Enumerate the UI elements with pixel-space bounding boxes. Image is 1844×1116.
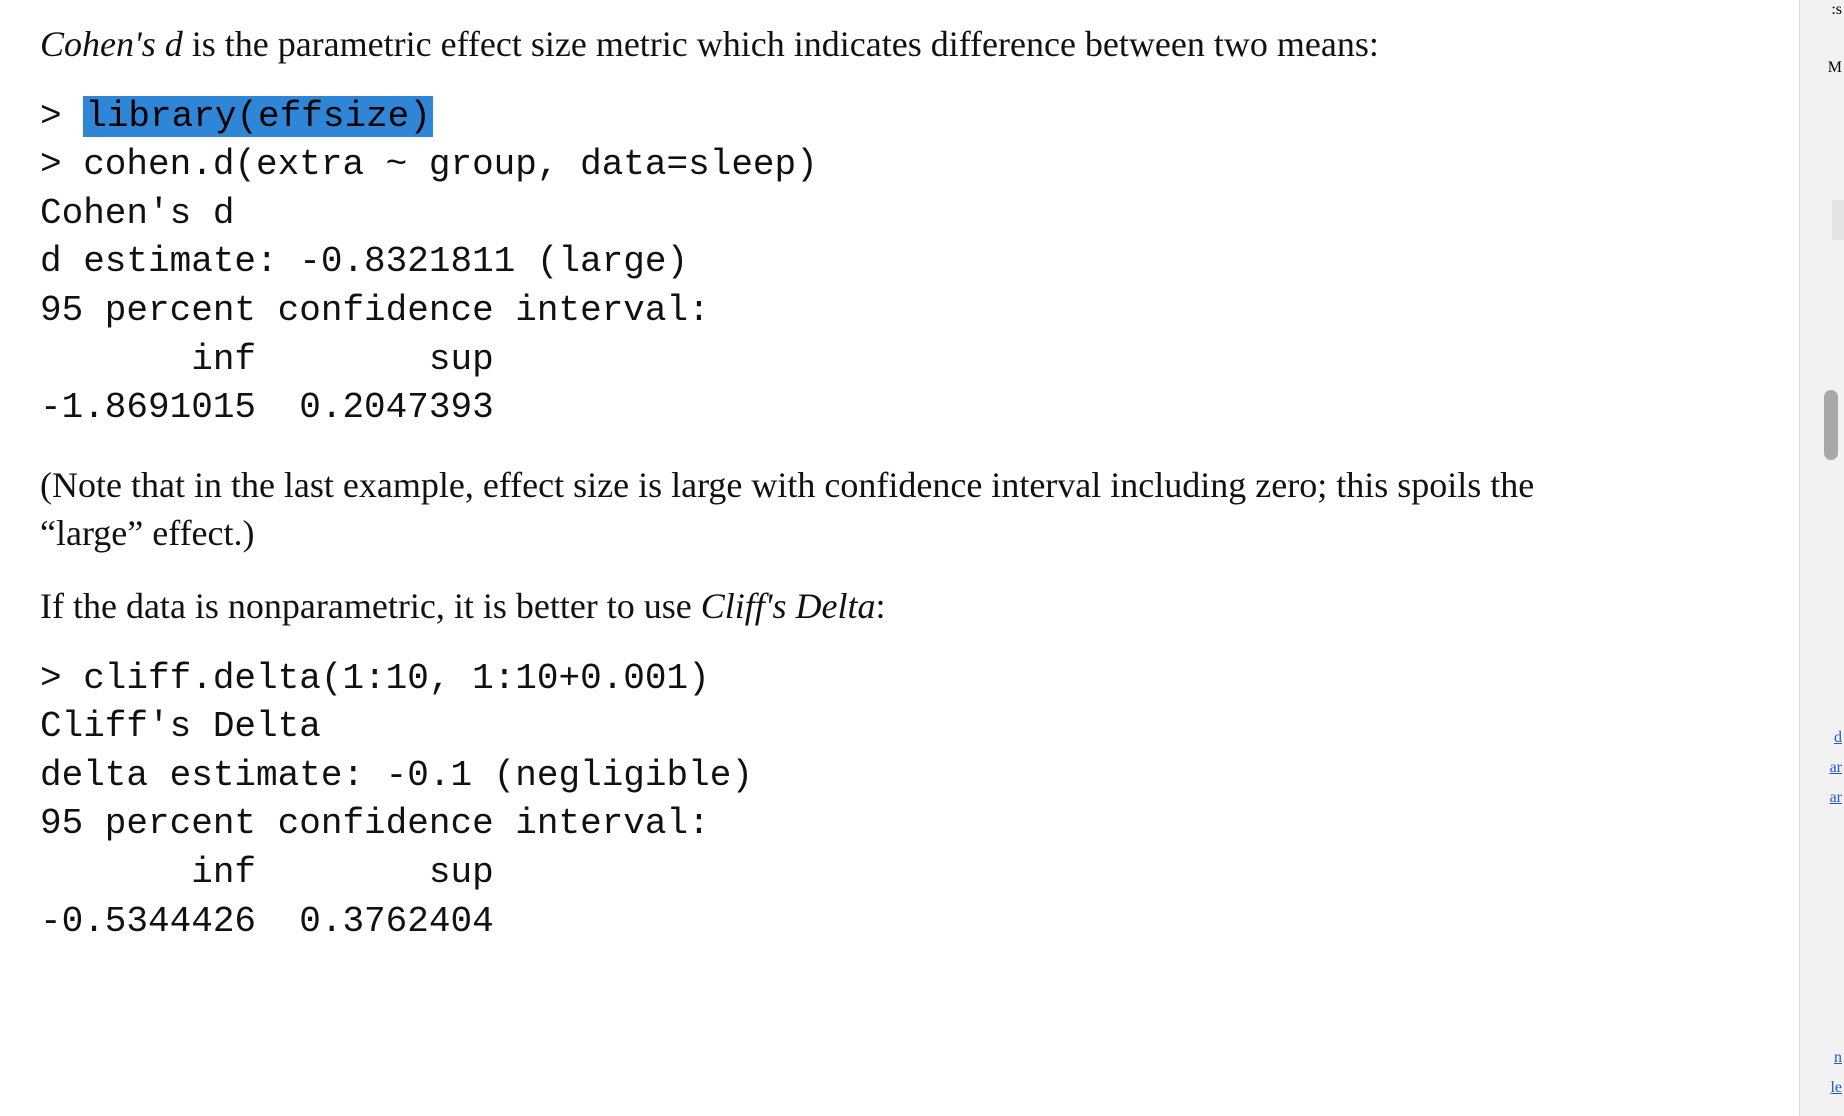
- minimap-link: n: [1834, 1050, 1842, 1066]
- code-block-cliff: > cliff.delta(1:10, 1:10+0.001) Cliff's …: [40, 655, 1560, 947]
- minimap-link: le: [1830, 1080, 1842, 1096]
- intro-text: is the parametric effect size metric whi…: [183, 24, 1379, 64]
- highlighted-code[interactable]: library(effsize): [83, 96, 433, 137]
- code-line: delta estimate: -0.1 (negligible): [40, 755, 753, 796]
- note-paragraph: (Note that in the last example, effect s…: [40, 461, 1560, 558]
- minimap-region: [1832, 200, 1844, 240]
- minimap-text: M: [1828, 60, 1842, 76]
- minimap-link: ar: [1830, 790, 1842, 806]
- document-page: Cohen's d is the parametric effect size …: [0, 0, 1600, 1014]
- code-line: -0.5344426 0.3762404: [40, 901, 494, 942]
- intro-paragraph: Cohen's d is the parametric effect size …: [40, 20, 1560, 69]
- code-line: > cohen.d(extra ~ group, data=sleep): [40, 144, 818, 185]
- code-line: > cliff.delta(1:10, 1:10+0.001): [40, 658, 710, 699]
- code-line: inf sup: [40, 852, 515, 893]
- term-cliffs-delta: Cliff's Delta: [701, 586, 876, 626]
- code-line: 95 percent confidence interval:: [40, 803, 710, 844]
- prompt: >: [40, 96, 83, 137]
- code-line: d estimate: -0.8321811 (large): [40, 241, 688, 282]
- minimap-text: :s: [1831, 2, 1842, 18]
- cliff-lead: If the data is nonparametric, it is bett…: [40, 586, 701, 626]
- minimap-link: d: [1834, 730, 1842, 746]
- scrollbar-thumb[interactable]: [1824, 390, 1838, 460]
- code-line: -1.8691015 0.2047393: [40, 387, 494, 428]
- code-block-cohen: > library(effsize) > cohen.d(extra ~ gro…: [40, 93, 1560, 433]
- code-line: inf sup: [40, 339, 515, 380]
- cliff-tail: :: [876, 586, 886, 626]
- minimap-gutter[interactable]: :s M d ar ar n le: [1799, 0, 1844, 1116]
- cliff-paragraph: If the data is nonparametric, it is bett…: [40, 582, 1560, 631]
- minimap-link: ar: [1830, 760, 1842, 776]
- term-cohens-d: Cohen's d: [40, 24, 183, 64]
- code-line: Cliff's Delta: [40, 706, 321, 747]
- code-line: Cohen's d: [40, 193, 234, 234]
- code-line: 95 percent confidence interval:: [40, 290, 710, 331]
